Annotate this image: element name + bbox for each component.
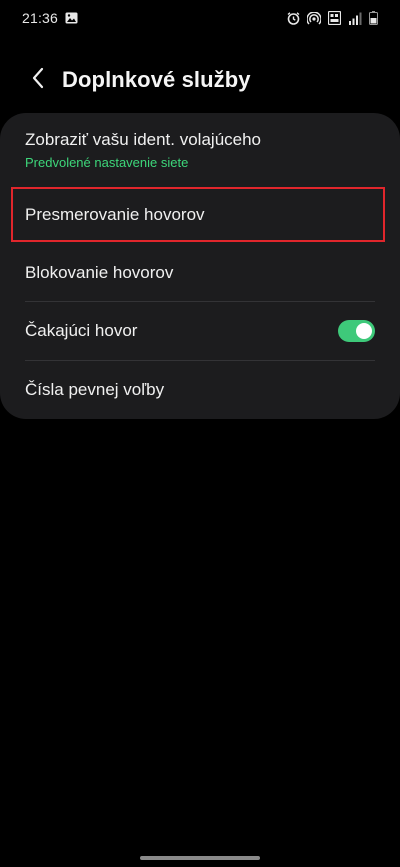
call-forwarding-item[interactable]: Presmerovanie hovorov (0, 187, 400, 242)
status-right (287, 11, 378, 25)
page-title: Doplnkové služby (62, 67, 251, 92)
chevron-left-icon (31, 67, 45, 94)
call-forwarding-label: Presmerovanie hovorov (25, 204, 205, 224)
call-barring-label: Blokovanie hovorov (25, 262, 174, 282)
hotspot-icon (307, 11, 321, 25)
status-bar: 21:36 (0, 0, 400, 36)
caller-id-text: Zobraziť vašu ident. volajúceho Predvole… (25, 130, 261, 170)
hd-voice-icon (328, 11, 341, 25)
status-time: 21:36 (22, 10, 59, 26)
caller-id-label: Zobraziť vašu ident. volajúceho (25, 129, 262, 149)
fixed-dialing-item[interactable]: Čísla pevnej voľby (0, 361, 400, 419)
call-waiting-toggle[interactable] (338, 320, 375, 342)
back-button[interactable] (18, 60, 58, 100)
settings-card: Zobraziť vašu ident. volajúceho Predvole… (0, 113, 400, 419)
call-waiting-label: Čakajúci hovor (25, 321, 138, 340)
image-icon (65, 12, 78, 24)
status-left: 21:36 (22, 10, 78, 26)
call-waiting-item[interactable]: Čakajúci hovor (0, 302, 400, 360)
signal-icon (348, 12, 362, 25)
fixed-dialing-label: Čísla pevnej voľby (25, 380, 165, 399)
caller-id-sublabel: Predvolené nastavenie siete (25, 154, 189, 170)
caller-id-item[interactable]: Zobraziť vašu ident. volajúceho Predvole… (0, 113, 400, 186)
home-indicator[interactable] (140, 856, 260, 860)
battery-icon (369, 11, 378, 25)
header: Doplnkové služby (0, 56, 400, 104)
toggle-knob (356, 323, 372, 339)
alarm-icon (287, 11, 300, 25)
call-barring-item[interactable]: Blokovanie hovorov (0, 244, 400, 301)
